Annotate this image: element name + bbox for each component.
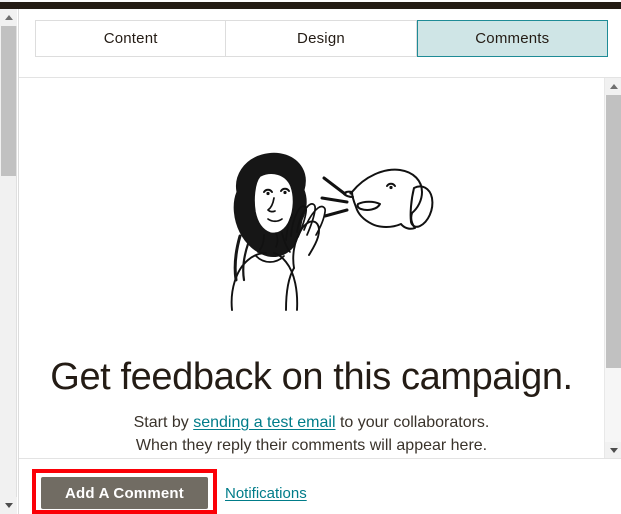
tab-content[interactable]: Content [35,20,227,57]
triangle-up-icon [609,84,618,89]
triangle-down-icon [609,448,618,453]
content-scroll-down-button[interactable] [605,442,621,459]
empty-state-subtext: Start by sending a test email to your co… [19,411,604,457]
add-comment-button[interactable]: Add A Comment [41,477,208,509]
tab-comments-label: Comments [475,30,550,47]
campaign-tabs: Content Design Comments [35,20,608,57]
subtext-line-2: When they reply their comments will appe… [135,436,488,454]
content-scroll-up-button[interactable] [605,78,621,95]
tab-comments[interactable]: Comments [416,20,608,57]
woman-listening-to-dog-illustration [182,140,442,315]
content-scrollbar[interactable] [604,78,621,459]
subtext-line-1-prefix: Start by [133,413,194,431]
page-scroll-up-button[interactable] [0,9,17,26]
app-window: Content Design Comments Get feedback on … [0,0,621,514]
send-test-email-link[interactable]: sending a test email [193,414,335,431]
triangle-up-icon [4,15,13,20]
subtext-line-1-suffix: to your collaborators. [335,413,490,431]
tab-design-label: Design [297,30,345,47]
notifications-link[interactable]: Notifications [225,485,307,502]
page-scroll-down-button[interactable] [0,497,17,514]
page-scrollbar-thumb[interactable] [1,26,16,176]
empty-state-hero: Get feedback on this campaign. Start by … [19,78,604,457]
campaign-panel: Content Design Comments Get feedback on … [18,9,621,514]
triangle-down-icon [4,503,13,508]
subtext-line-1: Start by sending a test email to your co… [19,411,604,434]
tab-content-label: Content [103,30,158,47]
tab-design[interactable]: Design [226,20,417,57]
content-scrollbar-thumb[interactable] [606,95,621,368]
page-title: Get feedback on this campaign. [50,356,573,398]
comments-footer: Add A Comment Notifications [19,459,621,514]
comments-empty-state-area: Get feedback on this campaign. Start by … [19,78,621,467]
browser-top-bar [0,2,621,9]
page-scrollbar[interactable] [0,9,17,514]
